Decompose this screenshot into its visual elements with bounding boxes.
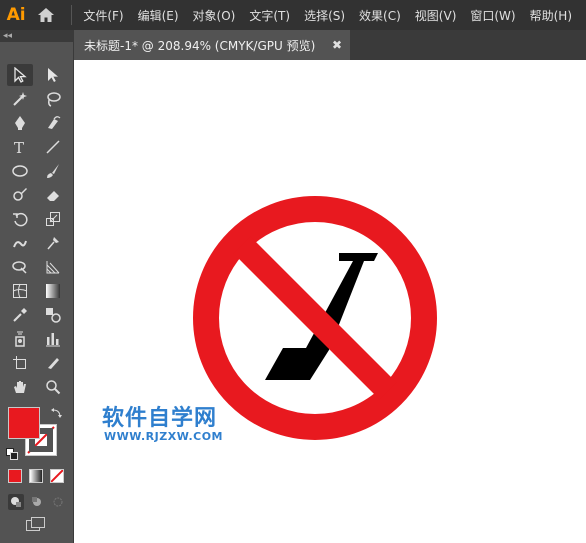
draw-normal-icon[interactable] bbox=[8, 494, 24, 510]
document-tab[interactable]: 未标题-1* @ 208.94% (CMYK/GPU 预览) ✖ bbox=[74, 30, 350, 60]
document-tab-title: 未标题-1* @ 208.94% (CMYK/GPU 预览) bbox=[84, 38, 316, 53]
type-tool-icon[interactable]: T bbox=[7, 136, 33, 158]
close-icon[interactable]: ✖ bbox=[332, 38, 342, 52]
perspective-grid-tool-icon[interactable] bbox=[40, 256, 66, 278]
column-graph-tool-icon[interactable] bbox=[40, 328, 66, 350]
screen-mode-icon[interactable] bbox=[25, 516, 47, 536]
eyedropper-tool-icon[interactable] bbox=[7, 304, 33, 326]
menu-view[interactable]: 视图(V) bbox=[415, 7, 457, 24]
menu-select[interactable]: 选择(S) bbox=[304, 7, 345, 24]
warp-tool-icon[interactable] bbox=[7, 232, 33, 254]
lasso-tool-icon[interactable] bbox=[40, 88, 66, 110]
fill-color-swatch[interactable] bbox=[8, 407, 40, 439]
zoom-tool-icon[interactable] bbox=[40, 376, 66, 398]
slice-tool-icon[interactable] bbox=[40, 352, 66, 374]
toolpanel-collapse-button[interactable]: ◂◂ bbox=[0, 30, 74, 42]
eraser-tool-icon[interactable] bbox=[40, 184, 66, 206]
menu-help[interactable]: 帮助(H) bbox=[530, 7, 572, 24]
free-transform-tool-icon[interactable] bbox=[7, 256, 33, 278]
svg-text:T: T bbox=[14, 139, 24, 155]
document-tab-bar: 未标题-1* @ 208.94% (CMYK/GPU 预览) ✖ bbox=[74, 30, 586, 60]
gradient-tool-icon[interactable] bbox=[40, 280, 66, 302]
draw-behind-icon[interactable] bbox=[29, 494, 45, 514]
ellipse-tool-icon[interactable] bbox=[7, 160, 33, 182]
pen-tool-icon[interactable] bbox=[7, 112, 33, 134]
menu-effect[interactable]: 效果(C) bbox=[359, 7, 401, 24]
curvature-tool-icon[interactable] bbox=[40, 112, 66, 134]
watermark-url: WWW.RJZXW.COM bbox=[104, 430, 223, 443]
swap-colors-icon[interactable] bbox=[50, 405, 62, 424]
watermark-title: 软件自学网 bbox=[102, 406, 218, 431]
mesh-tool-icon[interactable] bbox=[7, 280, 33, 302]
blend-tool-icon[interactable] bbox=[40, 304, 66, 326]
draw-inside-icon[interactable] bbox=[50, 494, 66, 514]
paintbrush-tool-icon[interactable] bbox=[40, 160, 66, 182]
magic-wand-icon[interactable] bbox=[7, 88, 33, 110]
menu-object[interactable]: 对象(O) bbox=[193, 7, 236, 24]
artboard-canvas[interactable] bbox=[74, 60, 586, 543]
default-colors-icon[interactable] bbox=[6, 445, 18, 464]
menu-type[interactable]: 文字(T) bbox=[249, 7, 290, 24]
scale-tool-icon[interactable] bbox=[40, 208, 66, 230]
hand-tool-icon[interactable] bbox=[7, 376, 33, 398]
puppet-warp-tool-icon[interactable] bbox=[40, 232, 66, 254]
rotate-tool-icon[interactable] bbox=[7, 208, 33, 230]
app-logo: Ai bbox=[6, 5, 26, 25]
home-icon[interactable] bbox=[34, 0, 58, 30]
tools-panel: T bbox=[0, 42, 74, 543]
shaper-tool-icon[interactable] bbox=[7, 184, 33, 206]
menu-window[interactable]: 窗口(W) bbox=[470, 7, 515, 24]
direct-selection-tool-icon[interactable] bbox=[40, 64, 66, 86]
line-segment-tool-icon[interactable] bbox=[40, 136, 66, 158]
menu-separator bbox=[70, 5, 72, 25]
menu-edit[interactable]: 编辑(E) bbox=[138, 7, 179, 24]
prohibition-sign[interactable] bbox=[74, 60, 586, 543]
menu-bar: Ai 文件(F) 编辑(E) 对象(O) 文字(T) 选择(S) 效果(C) 视… bbox=[0, 0, 586, 30]
gradient-mode-button[interactable] bbox=[29, 469, 43, 483]
artboard-tool-icon[interactable] bbox=[7, 352, 33, 374]
symbol-sprayer-tool-icon[interactable] bbox=[7, 328, 33, 350]
color-mode-button[interactable] bbox=[8, 469, 22, 483]
none-mode-button[interactable] bbox=[50, 469, 64, 483]
selection-tool-icon[interactable] bbox=[7, 64, 33, 86]
menu-file[interactable]: 文件(F) bbox=[83, 7, 123, 24]
